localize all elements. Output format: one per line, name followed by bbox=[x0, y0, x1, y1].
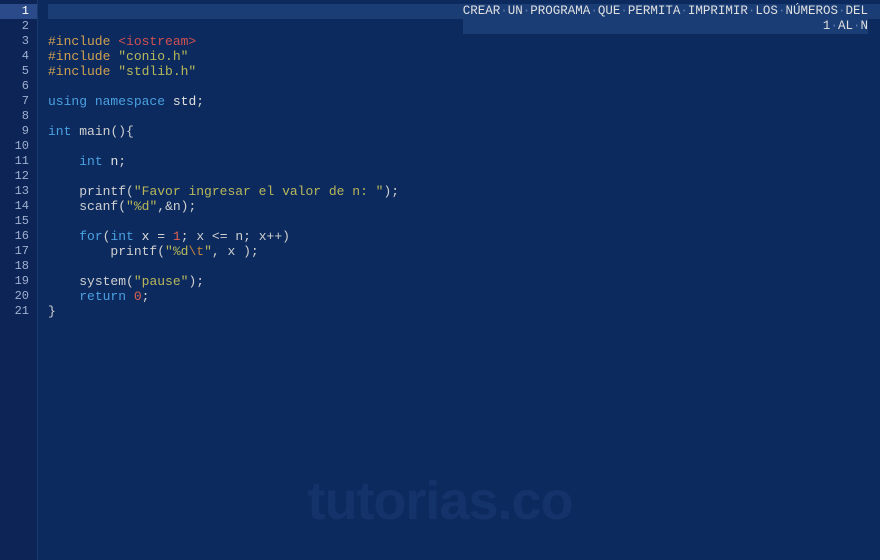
line-number[interactable]: 15 bbox=[0, 214, 37, 229]
line-number[interactable]: 16 bbox=[0, 229, 37, 244]
keyword: return bbox=[79, 289, 126, 304]
for-condition: ; x <= n; x++ bbox=[181, 229, 282, 244]
code-line-14[interactable]: scanf("%d",&n); bbox=[48, 199, 880, 214]
code-line-8[interactable] bbox=[48, 109, 880, 124]
code-line-11[interactable]: int n; bbox=[48, 154, 880, 169]
exercise-title-line-2: 1·AL·N bbox=[463, 19, 868, 34]
space-dot: · bbox=[830, 19, 838, 33]
line-number[interactable]: 2 bbox=[0, 19, 37, 34]
escape-char: \t bbox=[188, 244, 204, 259]
preprocessor: #include bbox=[48, 34, 118, 49]
line-number[interactable]: 10 bbox=[0, 139, 37, 154]
string-literal: "Favor ingresar el valor de n: " bbox=[134, 184, 384, 199]
line-number[interactable]: 1 bbox=[0, 4, 37, 19]
line-number[interactable]: 18 bbox=[0, 259, 37, 274]
line-number[interactable]: 19 bbox=[0, 274, 37, 289]
code-line-13[interactable]: printf("Favor ingresar el valor de n: ")… bbox=[48, 184, 880, 199]
space-dot: · bbox=[680, 4, 688, 18]
keyword: int bbox=[110, 229, 133, 244]
function-name: printf bbox=[110, 244, 157, 259]
line-number[interactable]: 21 bbox=[0, 304, 37, 319]
string-literal: " bbox=[204, 244, 212, 259]
code-line-4[interactable]: #include "conio.h" bbox=[48, 49, 880, 64]
line-number[interactable]: 4 bbox=[0, 49, 37, 64]
line-number-gutter: 1 2 3 4 5 6 7 8 9 10 11 12 13 14 15 16 1… bbox=[0, 0, 38, 560]
title-word: CREAR bbox=[463, 4, 501, 18]
title-word: UN bbox=[508, 4, 523, 18]
code-line-15[interactable] bbox=[48, 214, 880, 229]
function-name: scanf bbox=[79, 199, 118, 214]
exercise-title-block: CREAR·UN·PROGRAMA·QUE·PERMITA·IMPRIMIR·L… bbox=[463, 4, 868, 34]
code-line-3[interactable]: #include <iostream> bbox=[48, 34, 880, 49]
line-number[interactable]: 7 bbox=[0, 94, 37, 109]
line-number[interactable]: 5 bbox=[0, 64, 37, 79]
title-word: QUE bbox=[598, 4, 621, 18]
code-line-20[interactable]: return 0; bbox=[48, 289, 880, 304]
space-dot: · bbox=[500, 4, 508, 18]
title-word: LOS bbox=[755, 4, 778, 18]
argument: ,&n bbox=[157, 199, 180, 214]
include-header: "conio.h" bbox=[118, 49, 188, 64]
function-name: main bbox=[79, 124, 110, 139]
line-number[interactable]: 17 bbox=[0, 244, 37, 259]
identifier: std bbox=[173, 94, 196, 109]
keyword: int bbox=[79, 154, 102, 169]
title-word: PROGRAMA bbox=[530, 4, 590, 18]
code-line-5[interactable]: #include "stdlib.h" bbox=[48, 64, 880, 79]
title-word: AL bbox=[838, 19, 853, 33]
string-literal: "pause" bbox=[134, 274, 189, 289]
include-header: "stdlib.h" bbox=[118, 64, 196, 79]
line-number[interactable]: 11 bbox=[0, 154, 37, 169]
space-dot: · bbox=[620, 4, 628, 18]
argument: , x bbox=[212, 244, 243, 259]
string-literal: "%d" bbox=[126, 199, 157, 214]
title-word: N bbox=[860, 19, 868, 33]
line-number[interactable]: 20 bbox=[0, 289, 37, 304]
preprocessor: #include bbox=[48, 49, 118, 64]
include-header: <iostream> bbox=[118, 34, 196, 49]
keyword: int bbox=[48, 124, 71, 139]
code-line-18[interactable] bbox=[48, 259, 880, 274]
title-word: DEL bbox=[845, 4, 868, 18]
preprocessor: #include bbox=[48, 64, 118, 79]
code-line-10[interactable] bbox=[48, 139, 880, 154]
line-number[interactable]: 6 bbox=[0, 79, 37, 94]
title-word: NÚMEROS bbox=[785, 4, 838, 18]
code-line-16[interactable]: for(int x = 1; x <= n; x++) bbox=[48, 229, 880, 244]
title-word: IMPRIMIR bbox=[688, 4, 748, 18]
code-line-6[interactable] bbox=[48, 79, 880, 94]
line-number[interactable]: 13 bbox=[0, 184, 37, 199]
code-line-21[interactable]: } bbox=[48, 304, 880, 319]
code-line-12[interactable] bbox=[48, 169, 880, 184]
code-line-19[interactable]: system("pause"); bbox=[48, 274, 880, 289]
line-number[interactable]: 14 bbox=[0, 199, 37, 214]
code-line-7[interactable]: using namespace std; bbox=[48, 94, 880, 109]
number-literal: 0 bbox=[134, 289, 142, 304]
watermark-text: tutorias.co bbox=[307, 470, 572, 532]
line-number[interactable]: 12 bbox=[0, 169, 37, 184]
keyword: using bbox=[48, 94, 87, 109]
line-number[interactable]: 9 bbox=[0, 124, 37, 139]
identifier: x bbox=[142, 229, 150, 244]
title-word: PERMITA bbox=[628, 4, 681, 18]
function-name: printf bbox=[79, 184, 126, 199]
keyword: for bbox=[79, 229, 102, 244]
string-literal: "%d bbox=[165, 244, 188, 259]
keyword: namespace bbox=[95, 94, 165, 109]
line-number[interactable]: 3 bbox=[0, 34, 37, 49]
code-line-9[interactable]: int main(){ bbox=[48, 124, 880, 139]
number-literal: 1 bbox=[173, 229, 181, 244]
code-line-17[interactable]: printf("%d\t", x ); bbox=[48, 244, 880, 259]
exercise-title-line-1: CREAR·UN·PROGRAMA·QUE·PERMITA·IMPRIMIR·L… bbox=[463, 4, 868, 19]
line-number[interactable]: 8 bbox=[0, 109, 37, 124]
space-dot: · bbox=[590, 4, 598, 18]
function-name: system bbox=[79, 274, 126, 289]
